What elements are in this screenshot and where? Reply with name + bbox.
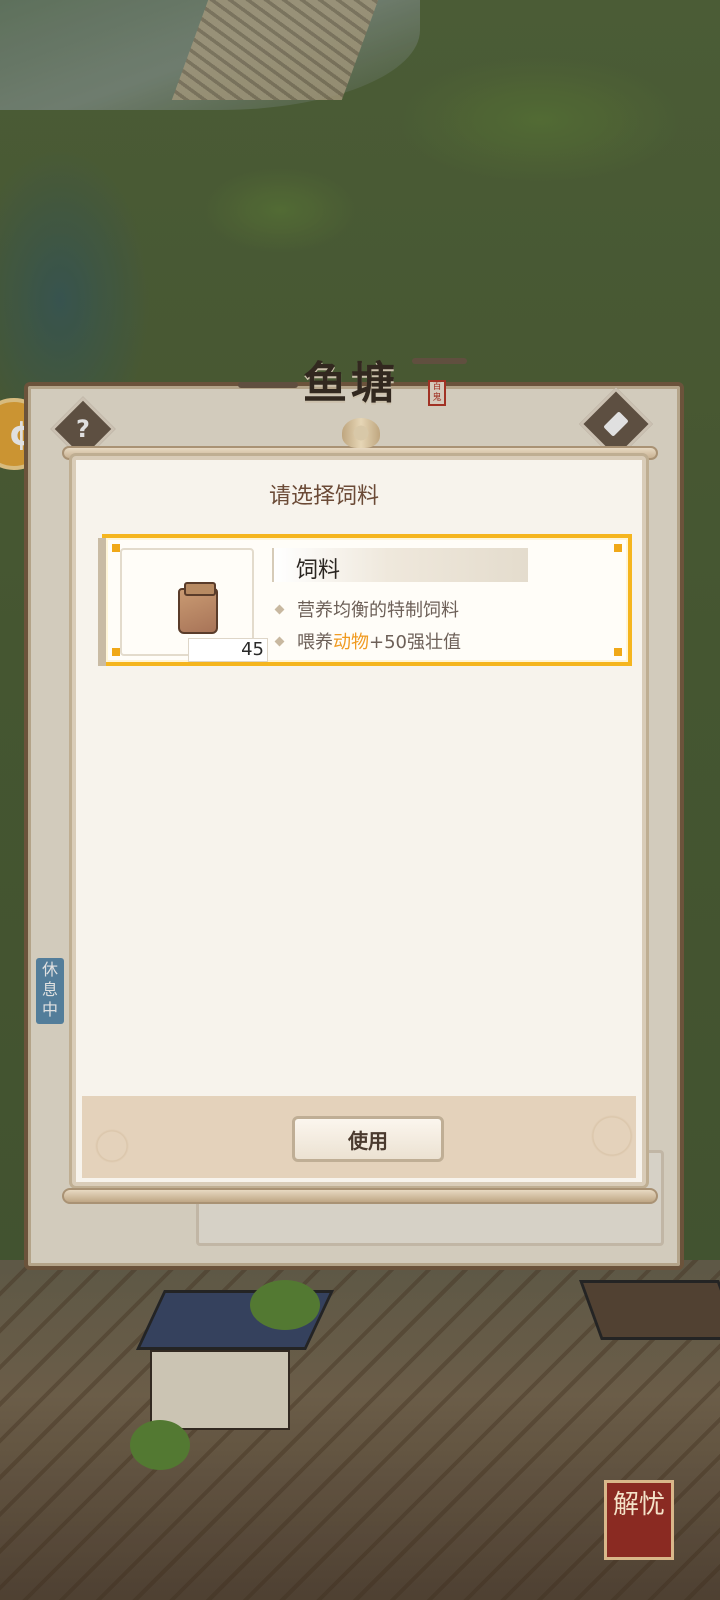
corner-decoration xyxy=(112,648,120,656)
item-name: 饲料 xyxy=(296,558,341,583)
modal-footer: 使用 xyxy=(82,1096,636,1178)
jieyou-badge[interactable]: 解忧 xyxy=(604,1480,674,1560)
corner-decoration xyxy=(614,544,622,552)
knot-ornament xyxy=(342,418,380,448)
item-icon-frame: 45 xyxy=(120,548,268,662)
description-text: 营养均衡的特制饲料 xyxy=(297,600,459,621)
use-button[interactable]: 使用 xyxy=(292,1116,444,1162)
feed-select-modal: 请选择饲料 45 饲料 营养均衡的特制饲料 喂养 动物 +50强壮值 使用 xyxy=(72,456,646,1186)
item-description: 营养均衡的特制饲料 xyxy=(274,596,459,622)
item-effect: 喂养 动物 +50强壮值 xyxy=(274,628,461,654)
bullet-icon xyxy=(274,636,285,646)
effect-suffix: +50强壮值 xyxy=(369,632,461,653)
effect-prefix: 喂养 xyxy=(297,632,333,653)
feed-bag-icon xyxy=(178,582,218,634)
corner-decoration xyxy=(614,648,622,656)
effect-highlight: 动物 xyxy=(333,632,369,653)
scroll-rod-bottom xyxy=(62,1188,658,1204)
modal-title: 请选择饲料 xyxy=(268,484,379,509)
item-quantity: 45 xyxy=(188,638,268,662)
feed-item-card[interactable]: 45 饲料 营养均衡的特制饲料 喂养 动物 +50强壮值 xyxy=(98,534,632,666)
corner-decoration xyxy=(112,544,120,552)
card-edge xyxy=(98,538,106,666)
bullet-icon xyxy=(274,604,285,614)
